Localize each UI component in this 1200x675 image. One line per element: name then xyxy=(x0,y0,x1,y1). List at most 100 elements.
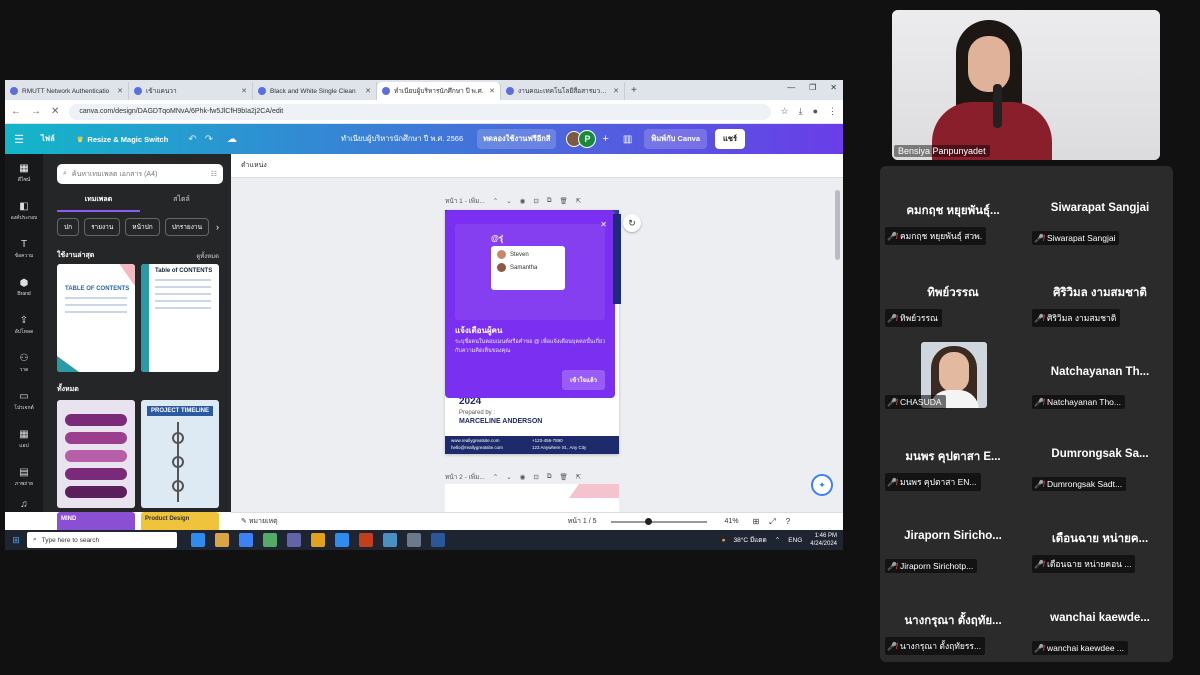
profile-icon[interactable]: ● xyxy=(813,106,818,117)
template-thumbnail[interactable]: Product Design xyxy=(141,512,219,532)
add-collaborator-icon[interactable]: + xyxy=(602,133,608,145)
add-page-icon[interactable]: ⇱ xyxy=(576,197,581,205)
rail-item-photos[interactable]: ▤ ภาพถ่าย xyxy=(5,458,43,496)
close-icon[interactable]: ✕ xyxy=(600,220,607,229)
back-icon[interactable]: ← xyxy=(11,106,21,117)
document-title[interactable]: ทำเนียบผู้บริหารนักศึกษา ปี พ.ศ. 2566 xyxy=(341,133,463,145)
template-thumbnail[interactable]: TABLE OF CONTENTS xyxy=(57,264,135,372)
zoom-slider[interactable] xyxy=(610,517,707,525)
new-tab-icon[interactable]: + xyxy=(631,85,637,96)
chrome-icon[interactable] xyxy=(311,533,325,547)
hide-icon[interactable]: ◉ xyxy=(520,197,526,205)
delete-icon[interactable]: 🗑 xyxy=(559,197,567,205)
template-thumbnail[interactable]: MIND xyxy=(57,512,135,532)
participant-tile[interactable]: มนพร คุปตาสา E... 🎤̸ มนพร คุปตาสา EN... xyxy=(881,414,1025,496)
maximize-icon[interactable]: ❐ xyxy=(809,83,816,92)
grid-view-icon[interactable]: ⊞ xyxy=(753,517,760,527)
browser-menu-icon[interactable]: ⋮ xyxy=(828,106,837,117)
browser-tab-active[interactable]: ทำเนียบผู้บริหารนักศึกษา ปี พ.ศ. ✕ xyxy=(377,82,501,100)
chip[interactable]: รายงาน xyxy=(84,218,121,236)
hide-icon[interactable]: ◉ xyxy=(520,473,526,481)
page-up-icon[interactable]: ⌃ xyxy=(493,473,498,481)
close-window-icon[interactable]: ✕ xyxy=(830,83,837,92)
magic-assistant-icon[interactable]: ✦ xyxy=(811,474,833,496)
app-icon[interactable] xyxy=(407,533,421,547)
tray-arrow-icon[interactable]: ⌃ xyxy=(775,536,780,544)
weather-text[interactable]: 38°C มีแดด xyxy=(734,535,767,545)
delete-icon[interactable]: 🗑 xyxy=(559,473,567,481)
participant-tile[interactable]: Siwarapat Sangjai 🎤̸ Siwarapat Sangjai xyxy=(1028,168,1172,250)
chip[interactable]: หน้าปก xyxy=(125,218,160,236)
participant-tile[interactable]: คมกฤช หยุยพันธุ์... 🎤̸ คมกฤช หยุยพันธุ์ สว… xyxy=(881,168,1025,250)
word-icon[interactable] xyxy=(431,533,445,547)
tab-styles[interactable]: สไตล์ xyxy=(140,194,223,212)
download-icon[interactable]: ⤓ xyxy=(799,106,803,117)
zoom-slider-knob[interactable] xyxy=(644,517,652,525)
got-it-button[interactable]: เข้าใจแล้ว xyxy=(562,370,605,390)
rail-item-apps[interactable]: ▦ แอป xyxy=(5,420,43,458)
close-tab-icon[interactable]: ✕ xyxy=(489,87,495,95)
edge-icon[interactable] xyxy=(191,533,205,547)
template-search-input[interactable]: ⌕ ค้นหาเทมเพลต เอกสาร (A4) ☷ xyxy=(57,164,223,184)
page-down-icon[interactable]: ⌄ xyxy=(506,197,511,205)
participant-tile[interactable]: ศิริวิมล งามสมชาติ 🎤̸ ศิริวิมล งามสมชาติ xyxy=(1028,250,1172,332)
trial-button[interactable]: ทดลองใช้งานฟรีอีกสี xyxy=(477,129,557,149)
page2-label[interactable]: หน้า 2 - เพิ่ม... xyxy=(445,472,485,482)
taskbar-search-input[interactable]: ⌕ Type here to search xyxy=(27,532,177,548)
position-button[interactable]: ตำแหน่ง xyxy=(241,160,267,171)
rail-item-text[interactable]: T ข้อความ xyxy=(5,230,43,268)
close-tab-icon[interactable]: ✕ xyxy=(365,87,371,95)
template-thumbnail[interactable] xyxy=(57,400,135,508)
url-field[interactable]: canva.com/design/DAGDTqoMNvA/6Phk-fw5JlC… xyxy=(69,103,771,120)
store-icon[interactable] xyxy=(239,533,253,547)
close-tab-icon[interactable]: ✕ xyxy=(613,87,619,95)
file-menu[interactable]: ไฟล์ xyxy=(41,133,55,145)
chevron-right-icon[interactable]: › xyxy=(214,218,221,236)
participant-tile[interactable]: Jiraporn Siricho... 🎤̸ Jiraporn Sirichotp.… xyxy=(881,496,1025,578)
stop-loading-icon[interactable]: ✕ xyxy=(51,106,59,117)
forward-icon[interactable]: → xyxy=(31,106,41,117)
participant-tile[interactable]: นางกรุณา ตั้งฤทัย... 🎤̸ นางกรุณา ตั้งฤทัยร… xyxy=(881,578,1025,660)
browser-tab[interactable]: RMUTT Network Authenticatio ✕ xyxy=(5,82,129,100)
see-all-link[interactable]: ดูทั้งหมด xyxy=(196,251,219,261)
participant-tile[interactable]: ทิพย์วรรณ 🎤̸ ทิพย์วรรณ xyxy=(881,250,1025,332)
zoom-level[interactable]: 41% xyxy=(725,518,739,525)
close-tab-icon[interactable]: ✕ xyxy=(117,87,123,95)
participant-tile[interactable]: Natchayanan Th... 🎤̸ Natchayanan Tho... xyxy=(1028,332,1172,414)
browser-tab[interactable]: Black and White Single Clean ✕ xyxy=(253,82,377,100)
template-thumbnail[interactable]: Table of CONTENTS xyxy=(141,264,219,372)
page-counter[interactable]: หน้า 1 / 5 xyxy=(568,516,597,527)
lock-icon[interactable]: ⊡ xyxy=(533,473,538,481)
windows-start-icon[interactable]: ⊞ xyxy=(5,535,27,546)
participant-tile[interactable]: Dumrongsak Sa... 🎤̸ Dumrongsak Sadt... xyxy=(1028,414,1172,496)
print-button[interactable]: พิมพ์กับ Canva xyxy=(644,129,708,149)
lock-icon[interactable]: ⊡ xyxy=(533,197,538,205)
language-indicator[interactable]: ENG xyxy=(788,537,802,544)
powerpoint-icon[interactable] xyxy=(359,533,373,547)
page-up-icon[interactable]: ⌃ xyxy=(493,197,498,205)
teams-icon[interactable] xyxy=(287,533,301,547)
minimize-icon[interactable]: — xyxy=(787,83,795,92)
browser-tab[interactable]: เข้าแคนวา ✕ xyxy=(129,82,253,100)
file-explorer-icon[interactable] xyxy=(215,533,229,547)
clock[interactable]: 1:46 PM 4/24/2024 xyxy=(810,532,837,548)
page-down-icon[interactable]: ⌄ xyxy=(506,473,511,481)
participant-tile[interactable]: 🎤̸ CHASUDA xyxy=(881,332,1025,414)
design-page-2[interactable] xyxy=(445,484,619,512)
template-thumbnail[interactable]: PROJECT TIMELINE xyxy=(141,400,219,508)
bookmark-star-icon[interactable]: ☆ xyxy=(781,106,789,117)
close-tab-icon[interactable]: ✕ xyxy=(241,87,247,95)
menu-icon[interactable]: ☰ xyxy=(5,133,33,146)
browser-tab[interactable]: งานคณะเทคโนโลยีสื่อสารมวลชน - ...✕ xyxy=(501,82,625,100)
notes-button[interactable]: ✎ หมายเหตุ xyxy=(241,516,278,527)
app-icon[interactable] xyxy=(383,533,397,547)
fullscreen-icon[interactable]: ⤢ xyxy=(769,517,775,527)
chip[interactable]: ปกรายงาน xyxy=(164,218,210,236)
resize-button[interactable]: ♛ Resize & Magic Switch xyxy=(77,135,169,144)
participant-tile[interactable]: เดือนฉาย หน่ายค... 🎤̸ เดือนฉาย หน่ายคอน ..… xyxy=(1028,496,1172,578)
rail-item-uploads[interactable]: ⇪ อัปโหลด xyxy=(5,306,43,344)
rail-item-elements[interactable]: ◧ องค์ประกอบ xyxy=(5,192,43,230)
page1-label[interactable]: หน้า 1 - เพิ่ม... xyxy=(445,196,485,206)
help-icon[interactable]: ? xyxy=(786,517,790,527)
rail-item-design[interactable]: ▦ ดีไซน์ xyxy=(5,154,43,192)
